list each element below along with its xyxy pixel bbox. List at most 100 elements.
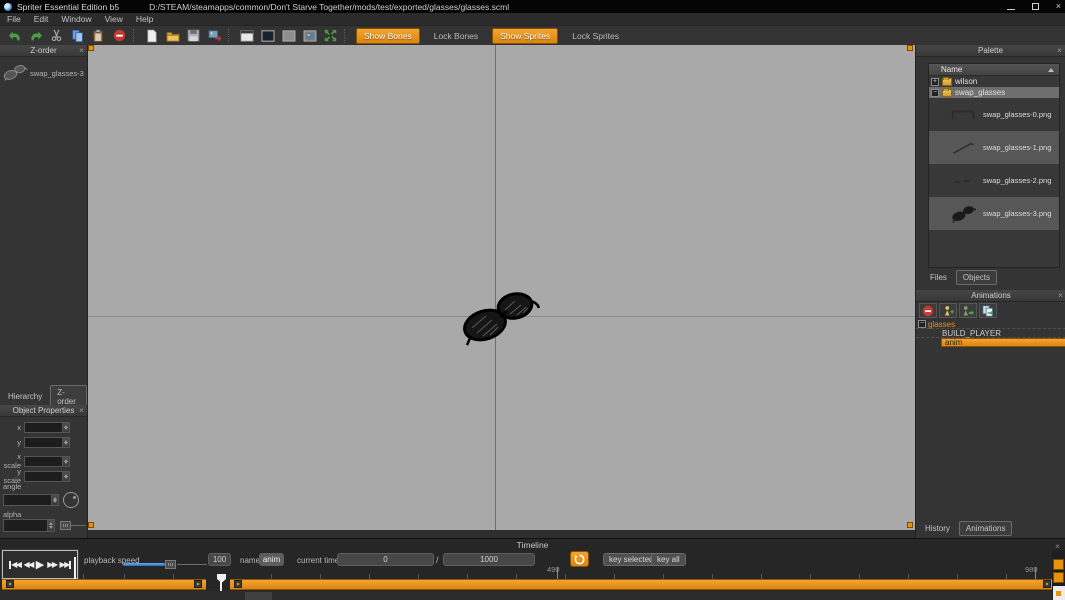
menu-view[interactable]: View — [105, 14, 123, 24]
alpha-field[interactable] — [3, 519, 55, 532]
view-layout-1-button[interactable] — [236, 27, 257, 44]
view-layout-2-button[interactable] — [257, 27, 278, 44]
scroll-up-button[interactable] — [1053, 559, 1064, 570]
sprite-thumbnail-icon — [943, 107, 983, 123]
delete-button[interactable] — [109, 27, 130, 44]
previous-key-button[interactable]: ◀◀ — [23, 560, 34, 569]
scrollbar-corner — [1053, 586, 1065, 600]
angle-label: angle — [3, 482, 22, 491]
keyframe-marker[interactable] — [234, 580, 242, 588]
palette-file-row[interactable]: swap_glasses-2.png — [929, 164, 1059, 197]
spinner-icon[interactable] — [62, 456, 69, 466]
slider-handle-icon[interactable] — [60, 521, 71, 530]
animation-row-build-player[interactable]: BUILD_PLAYER — [916, 329, 1065, 338]
play-button[interactable]: ▶ — [36, 558, 44, 571]
view-layout-4-button[interactable] — [299, 27, 320, 44]
close-icon[interactable]: × — [1058, 291, 1063, 300]
palette-name-header[interactable]: Name — [929, 64, 1059, 76]
x-field[interactable] — [24, 422, 70, 433]
canvas-vertical-axis — [495, 45, 496, 530]
show-bones-button[interactable]: Show Bones — [356, 27, 420, 44]
spinner-icon[interactable] — [47, 520, 54, 531]
palette-file-row[interactable]: swap_glasses-0.png — [929, 98, 1059, 131]
x-label: x — [17, 423, 21, 432]
yscale-field[interactable] — [24, 470, 70, 482]
minimize-button[interactable] — [1006, 2, 1015, 12]
fit-view-button[interactable] — [320, 27, 341, 44]
canvas-corner-handle[interactable] — [88, 45, 94, 51]
timeline-track-bar[interactable] — [230, 579, 1052, 590]
tab-hierarchy[interactable]: Hierarchy — [2, 390, 48, 403]
collapse-icon[interactable]: − — [931, 88, 939, 97]
paste-button[interactable] — [88, 27, 109, 44]
delete-animation-button[interactable] — [919, 303, 937, 318]
animation-row-anim-selected[interactable]: anim — [941, 338, 1065, 347]
keyframe-marker[interactable] — [1043, 580, 1051, 588]
close-button[interactable]: × — [1056, 2, 1061, 11]
spinner-icon[interactable] — [62, 438, 69, 447]
collapse-icon[interactable]: − — [918, 320, 926, 328]
canvas[interactable] — [88, 45, 915, 530]
lock-bones-button[interactable]: Lock Bones — [428, 29, 484, 43]
copy-icon — [72, 29, 83, 42]
menu-edit[interactable]: Edit — [34, 14, 49, 24]
maximize-button[interactable] — [1031, 2, 1039, 12]
y-field[interactable] — [24, 437, 70, 448]
sprite-thumbnail-icon — [943, 205, 983, 223]
copy-button[interactable] — [67, 27, 88, 44]
close-icon[interactable]: × — [79, 46, 84, 55]
tab-objects[interactable]: Objects — [955, 270, 998, 285]
animations-toolbar — [919, 303, 997, 318]
open-file-button[interactable] — [162, 27, 183, 44]
expand-icon[interactable]: + — [931, 77, 939, 86]
palette-file-row[interactable]: swap_glasses-3.png — [929, 197, 1059, 230]
spinner-icon[interactable] — [51, 495, 58, 505]
tab-files[interactable]: Files — [924, 271, 953, 284]
canvas-corner-handle[interactable] — [907, 45, 913, 51]
spinner-icon[interactable] — [62, 423, 69, 432]
copy-animation-button[interactable] — [979, 303, 997, 318]
keyframe-marker[interactable] — [6, 580, 14, 588]
angle-dial[interactable] — [63, 492, 79, 508]
go-to-start-button[interactable]: ◀◀ — [9, 560, 22, 569]
close-icon[interactable]: × — [79, 406, 84, 415]
redo-button[interactable] — [25, 27, 46, 44]
cut-button[interactable] — [46, 27, 67, 44]
palette-folder-swap-glasses[interactable]: − swap_glasses — [929, 87, 1059, 98]
zorder-item-swap-glasses-3[interactable]: swap_glasses-3 — [0, 59, 88, 87]
tab-animations[interactable]: Animations — [958, 521, 1013, 536]
name-label: name — [240, 556, 261, 565]
glasses-sprite[interactable] — [460, 290, 540, 348]
keyframe-marker[interactable] — [194, 580, 202, 588]
close-icon[interactable]: × — [1057, 46, 1062, 55]
canvas-corner-handle[interactable] — [907, 522, 913, 528]
save-button[interactable] — [183, 27, 204, 44]
tab-history[interactable]: History — [919, 522, 956, 535]
scrollbar-thumb[interactable] — [245, 592, 272, 600]
spinner-icon[interactable] — [62, 471, 69, 481]
import-image-button[interactable] — [204, 27, 225, 44]
menu-window[interactable]: Window — [61, 14, 91, 24]
timeline-horizontal-scrollbar[interactable] — [0, 591, 1052, 600]
palette-file-row[interactable]: swap_glasses-1.png — [929, 131, 1059, 164]
new-animation-button[interactable] — [939, 303, 957, 318]
save-icon — [187, 29, 200, 42]
lock-sprites-button[interactable]: Lock Sprites — [566, 29, 625, 43]
next-key-button[interactable]: ▶▶ — [47, 560, 58, 569]
view-layout-3-button[interactable] — [278, 27, 299, 44]
timeline-track-bar-left[interactable] — [2, 579, 206, 590]
palette-folder-wilson[interactable]: + wilson — [929, 76, 1059, 87]
clone-animation-button[interactable] — [959, 303, 977, 318]
alpha-slider[interactable] — [60, 521, 86, 530]
canvas-corner-handle[interactable] — [88, 522, 94, 528]
menu-file[interactable]: File — [7, 14, 21, 24]
xscale-field[interactable] — [24, 455, 70, 467]
go-to-end-button[interactable]: ▶▶ — [60, 560, 71, 569]
scroll-down-button[interactable] — [1053, 572, 1064, 583]
angle-field[interactable] — [3, 494, 59, 506]
show-sprites-button[interactable]: Show Sprites — [492, 27, 559, 44]
menu-help[interactable]: Help — [136, 14, 153, 24]
playback-controls: ◀◀ ◀◀ ▶ ▶▶ ▶▶ — [1, 549, 79, 580]
undo-button[interactable] — [4, 27, 25, 44]
new-file-button[interactable] — [141, 27, 162, 44]
